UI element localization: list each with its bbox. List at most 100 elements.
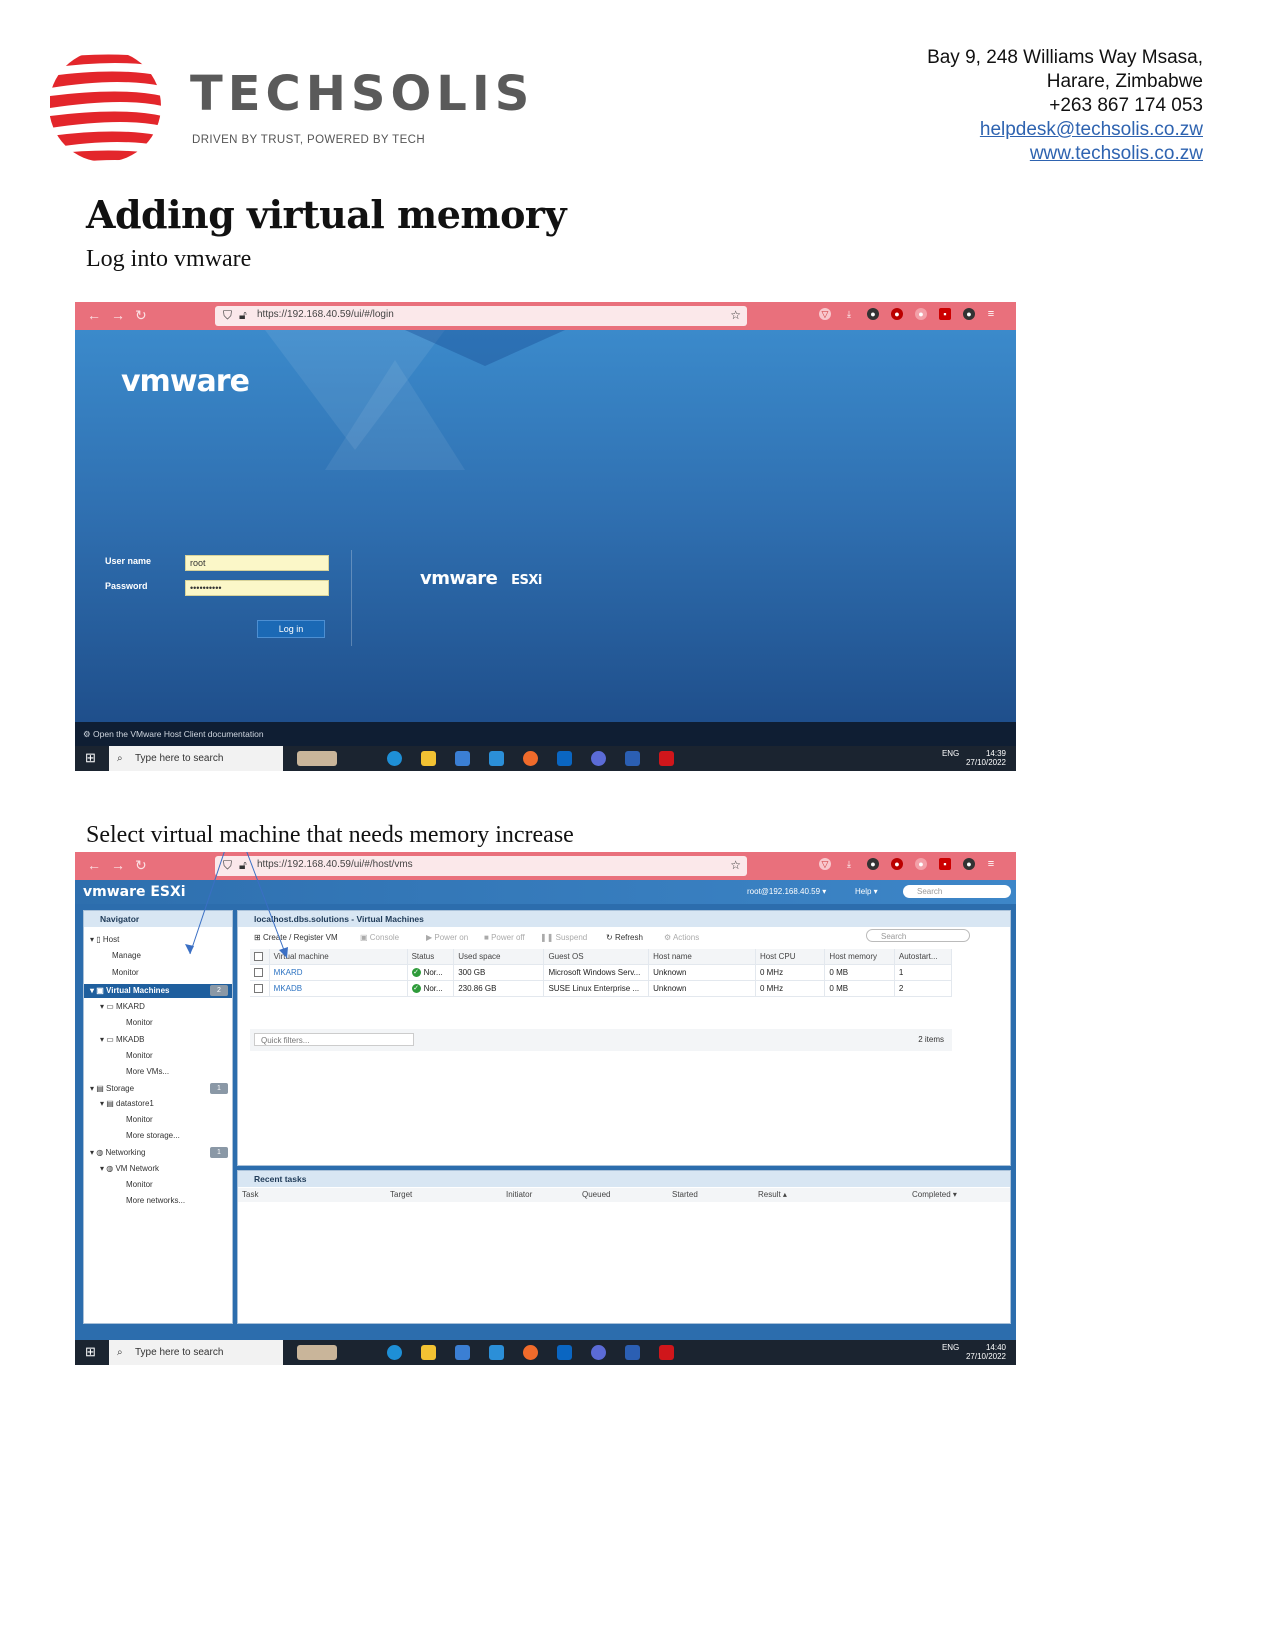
search-icon: ⌕ [117, 1347, 123, 1358]
username-field[interactable]: root [185, 555, 329, 571]
extension-icon[interactable]: ● [867, 308, 879, 320]
windows-start-icon[interactable]: ⊞ [85, 750, 96, 766]
reload-icon[interactable]: ↻ [135, 307, 147, 324]
col-completed[interactable]: Completed ▾ [912, 1190, 957, 1199]
tray-clock: 14:39 27/10/2022 [966, 749, 1006, 767]
nav-datastore1[interactable]: ▾ ▤ datastore1 [100, 1099, 154, 1108]
edge-icon[interactable] [387, 751, 402, 766]
global-search-input[interactable]: Search [903, 885, 1011, 898]
file-explorer-icon[interactable] [421, 1345, 436, 1360]
nav-mkadb-monitor[interactable]: Monitor [126, 1051, 153, 1060]
pocket-icon[interactable]: ▽ [819, 858, 831, 870]
nav-networking[interactable]: ▾ ◍ Networking [90, 1148, 145, 1157]
col-queued[interactable]: Queued [582, 1190, 610, 1199]
ublock-icon[interactable]: ● [891, 858, 903, 870]
col-autostart[interactable]: Autostart... [894, 949, 953, 965]
back-icon[interactable]: ← [87, 307, 101, 323]
taskbar-search-box[interactable]: ⌕ Type here to search [109, 1340, 283, 1365]
col-host-cpu[interactable]: Host CPU [755, 949, 826, 965]
pdf-extension-icon[interactable]: ▪ [939, 308, 951, 320]
search-highlight-image [297, 1345, 337, 1360]
nav-more-vms[interactable]: More VMs... [126, 1067, 169, 1076]
ublock-icon[interactable]: ● [891, 308, 903, 320]
mail-icon[interactable] [489, 751, 504, 766]
pocket-icon[interactable]: ▽ [819, 308, 831, 320]
firefox-icon[interactable] [523, 1345, 538, 1360]
address-bar[interactable]: ⛉ 🔓︎ https://192.168.40.59/ui/#/login ☆ [215, 306, 747, 326]
col-result[interactable]: Result ▴ [758, 1190, 787, 1199]
menu-icon[interactable]: ≡ [985, 308, 997, 320]
step-1-text: Log into vmware [86, 246, 252, 272]
windows-start-icon[interactable]: ⊞ [85, 1344, 96, 1360]
col-host-memory[interactable]: Host memory [824, 949, 895, 965]
menu-icon[interactable]: ≡ [985, 858, 997, 870]
account-icon[interactable]: ● [963, 858, 975, 870]
documentation-bar: ⚙ Open the VMware Host Client documentat… [75, 722, 1016, 746]
pdf-extension-icon[interactable]: ▪ [939, 858, 951, 870]
store-icon[interactable] [455, 751, 470, 766]
actions-button[interactable]: ⚙ Actions [664, 933, 699, 942]
file-explorer-icon[interactable] [421, 751, 436, 766]
col-target[interactable]: Target [390, 1190, 412, 1199]
download-icon[interactable]: ⤓ [843, 858, 855, 870]
task-view-icon[interactable] [353, 751, 368, 766]
email-link[interactable]: helpdesk@techsolis.co.zw [927, 118, 1203, 142]
mail-icon[interactable] [489, 1345, 504, 1360]
col-status[interactable]: Status [407, 949, 455, 965]
col-used-space[interactable]: Used space [453, 949, 545, 965]
check-icon: ✓ [411, 984, 421, 994]
user-menu[interactable]: root@192.168.40.59 ▾ [747, 887, 826, 896]
col-host-name[interactable]: Host name [648, 949, 756, 965]
refresh-button[interactable]: ↻ Refresh [606, 933, 643, 942]
nav-more-storage[interactable]: More storage... [126, 1131, 180, 1140]
word-icon[interactable] [625, 751, 640, 766]
nav-vm-mkadb[interactable]: ▾ ▭ MKADB [100, 1035, 144, 1044]
store-icon[interactable] [455, 1345, 470, 1360]
password-field[interactable]: •••••••••• [185, 580, 329, 596]
outlook-icon[interactable] [557, 1345, 572, 1360]
extension-2-icon[interactable]: ● [915, 858, 927, 870]
extension-2-icon[interactable]: ● [915, 308, 927, 320]
col-started[interactable]: Started [672, 1190, 698, 1199]
quick-filters-select[interactable]: Quick filters... [254, 1033, 414, 1046]
decor-triangle [325, 360, 465, 470]
nav-vm-network[interactable]: ▾ ◍ VM Network [100, 1164, 159, 1173]
bookmark-star-icon[interactable]: ☆ [730, 308, 741, 322]
col-guest-os[interactable]: Guest OS [543, 949, 650, 965]
bookmark-star-icon[interactable]: ☆ [730, 858, 741, 872]
nav-storage[interactable]: ▾ ▤ Storage [90, 1084, 134, 1093]
acrobat-icon[interactable] [659, 1345, 674, 1360]
taskbar-search-box[interactable]: ⌕ Type here to search [109, 746, 283, 771]
account-icon[interactable]: ● [963, 308, 975, 320]
company-address-block: Bay 9, 248 Williams Way Msasa, Harare, Z… [927, 46, 1203, 166]
forward-icon[interactable]: → [111, 307, 125, 323]
word-icon[interactable] [625, 1345, 640, 1360]
extension-icon[interactable]: ● [867, 858, 879, 870]
firefox-icon[interactable] [523, 751, 538, 766]
tray-date: 27/10/2022 [965, 758, 1006, 767]
task-view-icon[interactable] [353, 1345, 368, 1360]
nav-network-monitor[interactable]: Monitor [126, 1180, 153, 1189]
tray-clock: 14:40 27/10/2022 [966, 1343, 1006, 1361]
system-tray[interactable]: ENG 14:40 27/10/2022 [942, 1343, 1006, 1361]
suspend-button[interactable]: ❚❚ Suspend [540, 933, 587, 942]
vm-search-input[interactable]: Search [866, 929, 970, 942]
nav-more-networks[interactable]: More networks... [126, 1196, 185, 1205]
acrobat-icon[interactable] [659, 751, 674, 766]
download-icon[interactable]: ⤓ [843, 308, 855, 320]
power-on-button[interactable]: ▶ Power on [426, 933, 468, 942]
col-initiator[interactable]: Initiator [506, 1190, 532, 1199]
teams-icon[interactable] [591, 751, 606, 766]
outlook-icon[interactable] [557, 751, 572, 766]
help-menu[interactable]: Help ▾ [855, 887, 878, 896]
website-link[interactable]: www.techsolis.co.zw [927, 142, 1203, 166]
col-task[interactable]: Task [242, 1190, 258, 1199]
edge-icon[interactable] [387, 1345, 402, 1360]
windows-taskbar: ⊞ ⌕ Type here to search ENG 14:40 27/10/… [75, 1340, 1016, 1365]
nav-datastore-monitor[interactable]: Monitor [126, 1115, 153, 1124]
login-button[interactable]: Log in [257, 620, 325, 638]
power-off-button[interactable]: ■ Power off [484, 933, 525, 942]
teams-icon[interactable] [591, 1345, 606, 1360]
documentation-link[interactable]: Open the VMware Host Client documentatio… [93, 729, 264, 739]
system-tray[interactable]: ENG 14:39 27/10/2022 [942, 749, 1006, 767]
